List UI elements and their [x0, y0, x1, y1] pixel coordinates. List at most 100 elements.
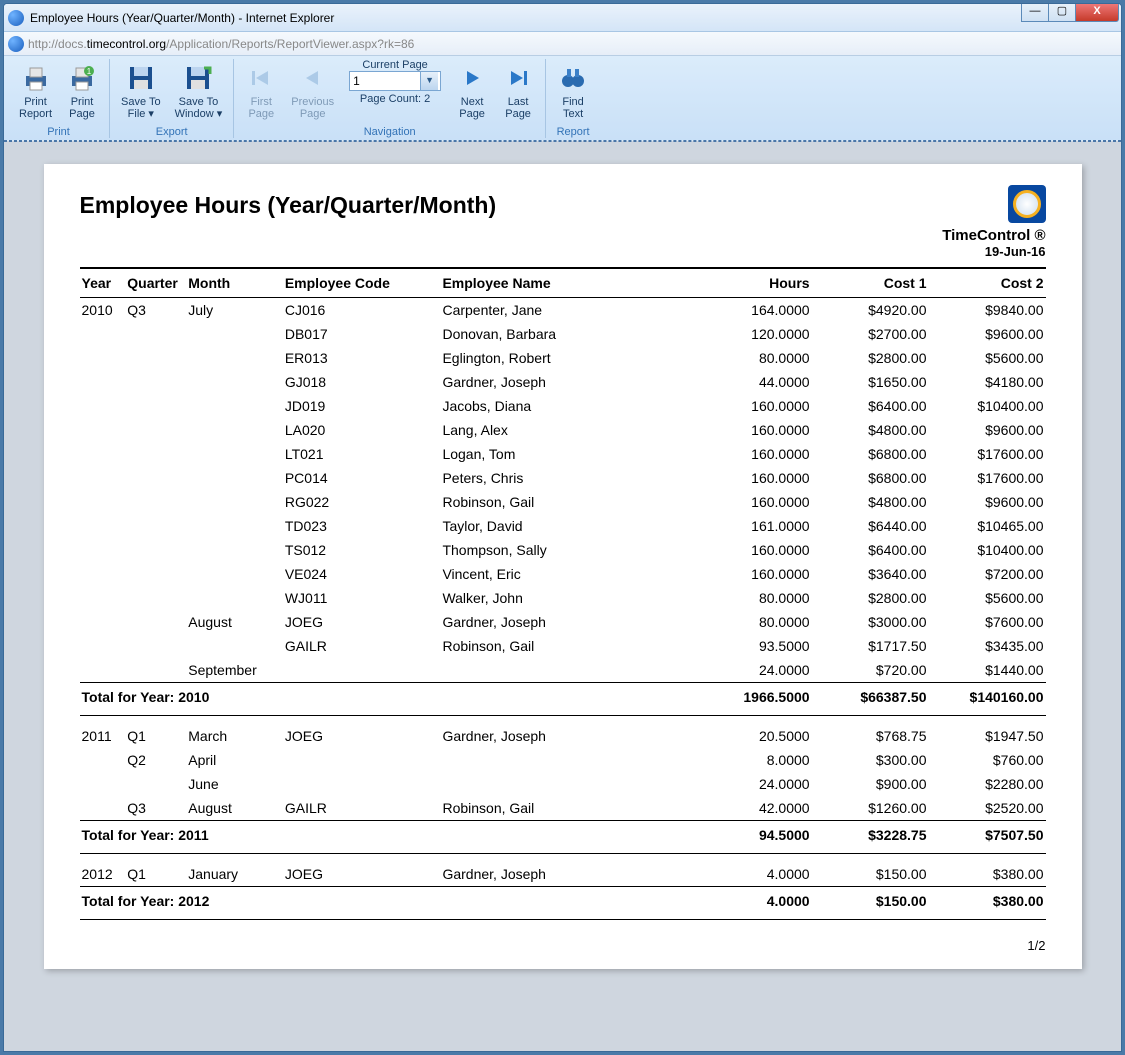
table-cell — [125, 538, 186, 562]
ribbon-group-print: Print Report 1 Print Page Print — [8, 59, 110, 138]
table-cell: WJ011 — [283, 586, 441, 610]
minimize-button[interactable]: — — [1021, 4, 1049, 22]
table-cell: 161.0000 — [695, 514, 812, 538]
table-cell — [186, 442, 283, 466]
table-cell: Carpenter, Jane — [440, 298, 694, 323]
table-cell: Gardner, Joseph — [440, 716, 694, 749]
table-cell: JOEG — [283, 610, 441, 634]
table-cell: DB017 — [283, 322, 441, 346]
ie-icon — [8, 36, 24, 52]
table-cell: 80.0000 — [695, 586, 812, 610]
table-cell: $9840.00 — [929, 298, 1046, 323]
table-cell: 160.0000 — [695, 442, 812, 466]
first-page-button[interactable]: First Page — [238, 59, 284, 123]
col-empcode: Employee Code — [283, 268, 441, 298]
table-cell: JOEG — [283, 854, 441, 887]
next-page-label: Next Page — [459, 96, 485, 120]
table-cell: $1260.00 — [812, 796, 929, 821]
table-row: GAILRRobinson, Gail93.5000$1717.50$3435.… — [80, 634, 1046, 658]
col-year: Year — [80, 268, 126, 298]
table-cell: Robinson, Gail — [440, 634, 694, 658]
table-cell — [80, 490, 126, 514]
table-cell — [80, 394, 126, 418]
print-page-button[interactable]: 1 Print Page — [59, 59, 105, 123]
table-cell: March — [186, 716, 283, 749]
find-text-button[interactable]: Find Text — [550, 59, 596, 123]
page-count-label: Page Count: 2 — [360, 93, 430, 105]
table-cell — [186, 538, 283, 562]
table-cell: Q1 — [125, 716, 186, 749]
group-navigation-label: Navigation — [364, 126, 416, 138]
table-cell: Q3 — [125, 796, 186, 821]
table-cell: $3640.00 — [812, 562, 929, 586]
next-page-button[interactable]: Next Page — [449, 59, 495, 123]
table-cell: Q1 — [125, 854, 186, 887]
table-cell: $5600.00 — [929, 586, 1046, 610]
table-cell — [186, 562, 283, 586]
ribbon-toolbar: Print Report 1 Print Page Print Save To — [4, 56, 1121, 141]
table-cell — [125, 394, 186, 418]
table-cell: VE024 — [283, 562, 441, 586]
svg-text:1: 1 — [87, 67, 92, 76]
table-row: AugustJOEGGardner, Joseph80.0000$3000.00… — [80, 610, 1046, 634]
total-row: Total for Year: 201194.5000$3228.75$7507… — [80, 821, 1046, 854]
table-cell — [440, 772, 694, 796]
table-cell: LT021 — [283, 442, 441, 466]
table-cell: Lang, Alex — [440, 418, 694, 442]
table-cell: Jacobs, Diana — [440, 394, 694, 418]
table-row: TS012Thompson, Sally160.0000$6400.00$104… — [80, 538, 1046, 562]
table-cell: $900.00 — [812, 772, 929, 796]
table-row: VE024Vincent, Eric160.0000$3640.00$7200.… — [80, 562, 1046, 586]
table-cell — [125, 370, 186, 394]
save-to-file-button[interactable]: Save To File ▾ — [114, 59, 168, 123]
table-cell: 80.0000 — [695, 346, 812, 370]
table-row: LT021Logan, Tom160.0000$6800.00$17600.00 — [80, 442, 1046, 466]
first-page-icon — [245, 62, 277, 94]
total-cell: 1966.5000 — [695, 683, 812, 716]
table-cell — [80, 514, 126, 538]
report-viewport[interactable]: Employee Hours (Year/Quarter/Month) Time… — [4, 141, 1121, 1051]
table-row: Q3AugustGAILRRobinson, Gail42.0000$1260.… — [80, 796, 1046, 821]
table-cell: $5600.00 — [929, 346, 1046, 370]
total-cell: 94.5000 — [695, 821, 812, 854]
table-cell — [80, 322, 126, 346]
table-cell: LA020 — [283, 418, 441, 442]
current-page-field[interactable] — [350, 73, 420, 89]
table-cell: Robinson, Gail — [440, 490, 694, 514]
save-to-window-button[interactable]: Save To Window ▾ — [168, 59, 230, 123]
table-cell: 160.0000 — [695, 562, 812, 586]
floppy-window-icon — [182, 62, 214, 94]
print-report-button[interactable]: Print Report — [12, 59, 59, 123]
table-cell — [80, 370, 126, 394]
table-cell — [80, 610, 126, 634]
table-cell — [80, 442, 126, 466]
group-report-label: Report — [557, 126, 590, 138]
table-row: June24.0000$900.00$2280.00 — [80, 772, 1046, 796]
table-cell: $2520.00 — [929, 796, 1046, 821]
table-cell: $7600.00 — [929, 610, 1046, 634]
table-cell — [80, 562, 126, 586]
table-cell: $2800.00 — [812, 346, 929, 370]
table-cell — [186, 586, 283, 610]
last-page-label: Last Page — [505, 96, 531, 120]
table-cell: Gardner, Joseph — [440, 610, 694, 634]
table-cell: Gardner, Joseph — [440, 854, 694, 887]
table-cell — [80, 748, 126, 772]
last-page-button[interactable]: Last Page — [495, 59, 541, 123]
table-cell: August — [186, 796, 283, 821]
table-cell: 160.0000 — [695, 418, 812, 442]
table-cell: Gardner, Joseph — [440, 370, 694, 394]
table-cell — [283, 658, 441, 683]
chevron-down-icon[interactable]: ▼ — [420, 72, 438, 90]
browser-window: Employee Hours (Year/Quarter/Month) - In… — [3, 3, 1122, 1052]
table-cell: 160.0000 — [695, 394, 812, 418]
table-cell — [125, 442, 186, 466]
current-page-input[interactable]: ▼ — [349, 71, 441, 91]
close-button[interactable]: X — [1075, 4, 1119, 22]
table-cell — [283, 772, 441, 796]
table-cell: TD023 — [283, 514, 441, 538]
maximize-button[interactable]: ▢ — [1048, 4, 1076, 22]
previous-page-button[interactable]: Previous Page — [284, 59, 341, 123]
table-cell: 42.0000 — [695, 796, 812, 821]
address-bar[interactable]: http://docs.timecontrol.org/Application/… — [4, 32, 1121, 56]
